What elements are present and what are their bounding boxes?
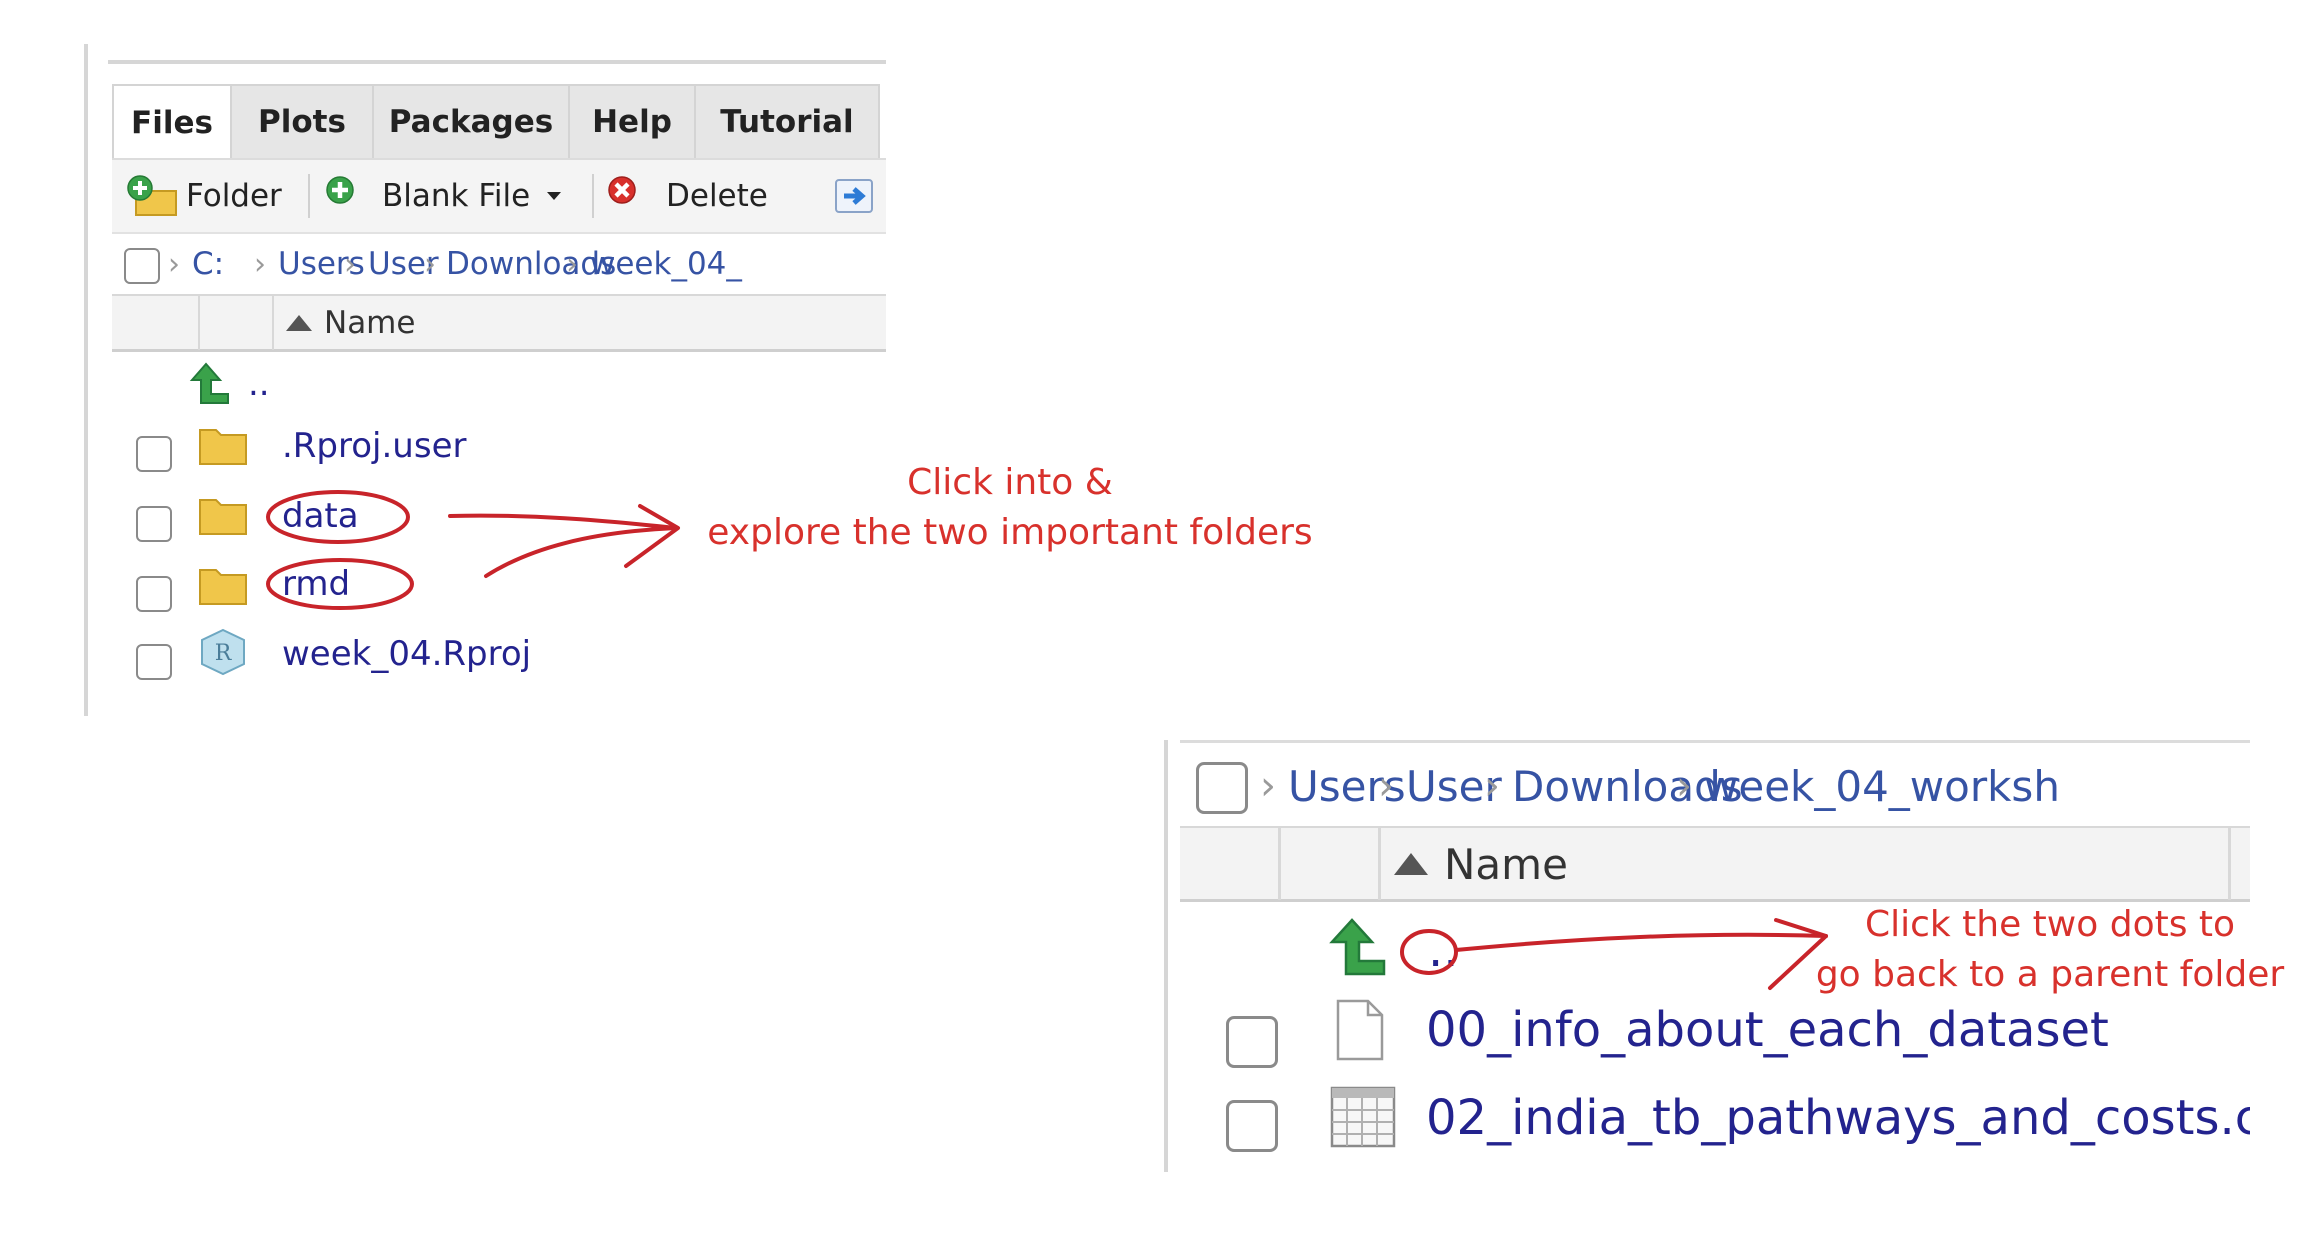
annotation-line: go back to a parent folder <box>1815 954 2285 995</box>
new-folder-button[interactable]: Folder <box>126 160 282 232</box>
tab-files[interactable]: Files <box>112 84 232 160</box>
tab-packages[interactable]: Packages <box>374 84 570 158</box>
toolbar-separator <box>308 174 310 218</box>
files-pane-top: Files Plots Packages Help Tutorial Folde… <box>84 44 886 716</box>
parent-folder-link[interactable]: .. <box>1428 922 1459 978</box>
new-blank-file-button[interactable]: Blank File <box>324 160 568 232</box>
up-arrow-icon <box>189 362 229 404</box>
chevron-right-icon: › <box>1378 763 1394 809</box>
dots-annotation: Click the two dots to go back to a paren… <box>1810 900 2290 1000</box>
new-blank-file-label: Blank File <box>382 178 531 214</box>
list-item: rmd <box>112 560 886 628</box>
breadcrumb: › Users › User › Downloads › week_04_wor… <box>1180 746 2250 826</box>
new-folder-label: Folder <box>186 178 282 214</box>
chevron-right-icon: › <box>566 246 578 282</box>
column-divider <box>1278 828 1281 900</box>
file-list-header: Name <box>1180 826 2250 902</box>
add-file-icon <box>326 176 354 204</box>
tab-label: Help <box>592 104 672 140</box>
pane-left-border <box>84 44 88 716</box>
file-link[interactable]: rmd <box>282 564 350 604</box>
pane-tabs: Files Plots Packages Help Tutorial <box>112 84 886 160</box>
tab-label: Packages <box>388 104 554 140</box>
select-all-checkbox[interactable] <box>124 248 160 284</box>
list-item: 00_info_about_each_dataset <box>1180 994 2250 1086</box>
pane-left-border <box>1164 740 1168 1172</box>
svg-text:R: R <box>215 641 233 666</box>
row-checkbox[interactable] <box>1226 1100 1278 1152</box>
tab-plots[interactable]: Plots <box>232 84 374 158</box>
row-checkbox[interactable] <box>136 436 172 472</box>
delete-button[interactable]: Delete <box>606 160 768 232</box>
chevron-right-icon: › <box>1484 763 1500 809</box>
sort-ascending-icon <box>1394 853 1428 875</box>
row-checkbox[interactable] <box>1226 1016 1278 1068</box>
list-item-parent[interactable]: .. <box>112 352 886 420</box>
chevron-right-icon: › <box>344 246 356 282</box>
name-column-label: Name <box>1444 839 1568 889</box>
list-item: 02_india_tb_pathways_and_costs.csv <box>1180 1086 2250 1172</box>
files-toolbar: Folder Blank File Delete <box>112 158 886 232</box>
chevron-right-icon: › <box>424 246 436 282</box>
parent-folder-link[interactable]: .. <box>248 364 270 404</box>
dropdown-caret-icon <box>547 192 562 200</box>
breadcrumb-item[interactable]: C: <box>192 234 224 294</box>
csv-table-icon <box>1330 1086 1396 1148</box>
folders-annotation: Click into & explore the two important f… <box>640 458 1380 558</box>
chevron-right-icon: › <box>1676 763 1692 809</box>
rename-icon <box>835 179 873 213</box>
file-link[interactable]: 02_india_tb_pathways_and_costs.csv <box>1426 1090 2250 1146</box>
tab-label: Files <box>131 105 213 141</box>
chevron-right-icon: › <box>168 246 180 282</box>
pane-top-border <box>1180 740 2250 743</box>
file-link[interactable]: 00_info_about_each_dataset <box>1426 1002 2109 1058</box>
toolbar-separator <box>592 174 594 218</box>
file-icon <box>1336 999 1384 1061</box>
tab-help[interactable]: Help <box>570 84 696 158</box>
delete-icon <box>608 176 636 204</box>
annotation-line: explore the two important folders <box>707 512 1313 553</box>
breadcrumb-item[interactable]: week_04_ <box>590 234 742 294</box>
list-item: R week_04.Rproj <box>112 628 886 696</box>
column-divider <box>198 296 200 350</box>
select-all-checkbox[interactable] <box>1196 762 1248 814</box>
annotation-line: Click into & <box>907 462 1113 503</box>
file-link[interactable]: .Rproj.user <box>282 426 466 466</box>
breadcrumb: › C: › Users › User › Downloads › week_0… <box>112 232 886 294</box>
column-divider <box>272 296 274 350</box>
file-link[interactable]: data <box>282 496 359 536</box>
name-column-header[interactable]: Name <box>282 296 415 350</box>
new-folder-icon <box>127 175 177 216</box>
annotation-line: Click the two dots to <box>1864 904 2236 945</box>
column-divider <box>2228 828 2231 900</box>
sort-ascending-icon <box>286 315 312 331</box>
file-list-header: Name <box>112 294 886 352</box>
folder-icon <box>199 569 247 605</box>
rename-button[interactable] <box>832 160 882 232</box>
name-column-label: Name <box>324 305 416 341</box>
folder-icon <box>199 499 247 535</box>
breadcrumb-item[interactable]: week_04_worksh <box>1704 746 2060 826</box>
row-checkbox[interactable] <box>136 644 172 680</box>
name-column-header[interactable]: Name <box>1390 828 1568 900</box>
row-checkbox[interactable] <box>136 576 172 612</box>
folder-icon <box>199 429 247 465</box>
tab-label: Tutorial <box>720 104 854 140</box>
tab-label: Plots <box>258 104 346 140</box>
column-divider <box>1378 828 1381 900</box>
row-checkbox[interactable] <box>136 506 172 542</box>
rproj-icon: R <box>201 628 245 676</box>
pane-top-border <box>108 60 886 64</box>
up-arrow-icon <box>1329 918 1386 976</box>
chevron-right-icon: › <box>254 246 266 282</box>
tab-tutorial[interactable]: Tutorial <box>696 84 880 158</box>
file-link[interactable]: week_04.Rproj <box>282 634 531 674</box>
chevron-right-icon: › <box>1260 763 1276 809</box>
delete-label: Delete <box>666 178 768 214</box>
